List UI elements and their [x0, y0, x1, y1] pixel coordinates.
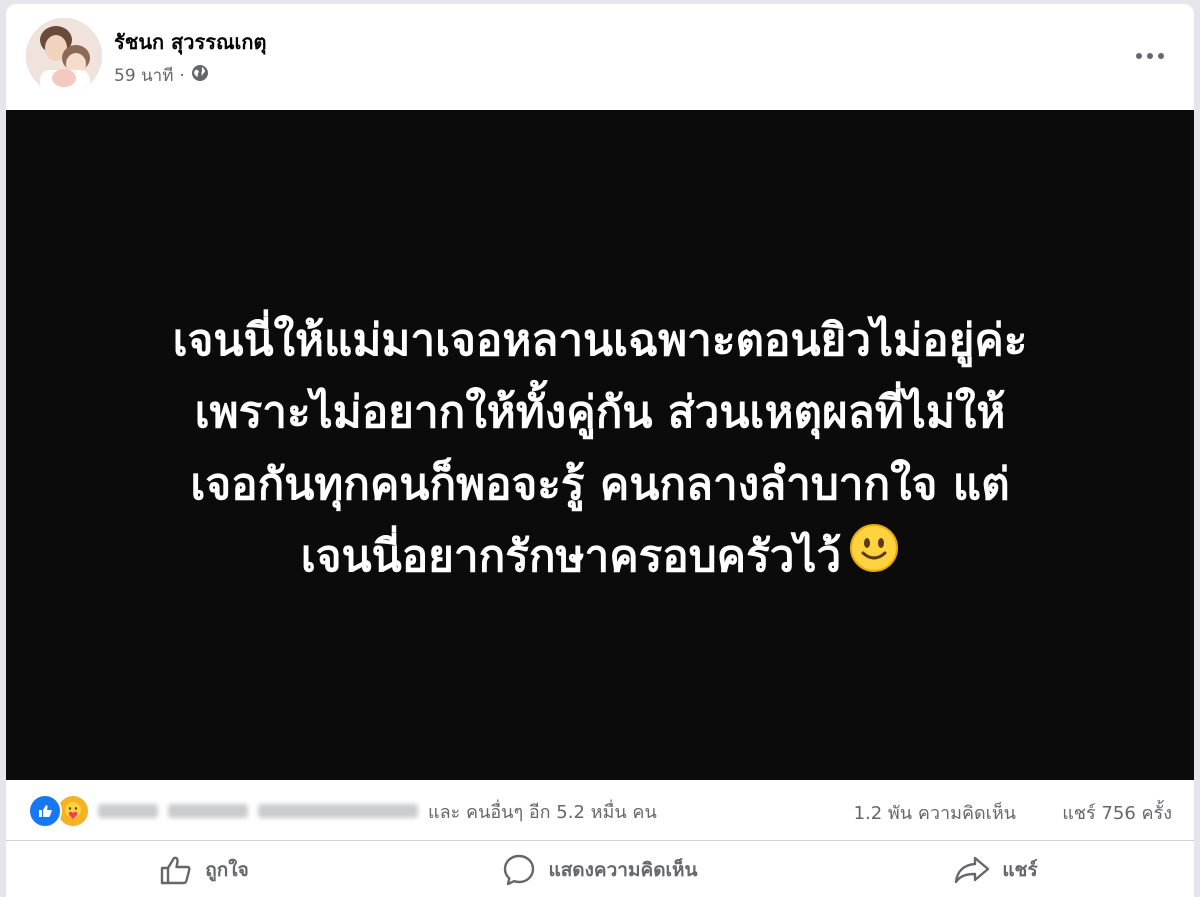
- share-label: แชร์: [1002, 859, 1038, 881]
- reactions-summary[interactable]: และ คนอื่นๆ อีก 5.2 หมื่น คน: [28, 794, 657, 828]
- others-reacted-text[interactable]: และ คนอื่นๆ อีก 5.2 หมื่น คน: [428, 797, 657, 826]
- post-time[interactable]: 59 นาที: [114, 62, 173, 89]
- smiling-face-icon: [849, 523, 899, 595]
- more-options-button[interactable]: [1128, 34, 1172, 78]
- image-text-line: เจนนี่อยากรักษาครอบครัวไว้: [300, 531, 842, 582]
- like-icon: [28, 794, 62, 828]
- reactor-names-blurred: [98, 801, 418, 821]
- post-image[interactable]: เจนนี่ให้แม่มาเจอหลานเฉพาะตอนยิวไม่อยู่ค…: [6, 110, 1194, 780]
- post-meta: 59 นาที ·: [114, 62, 209, 89]
- share-button[interactable]: แชร์: [798, 844, 1194, 896]
- image-text-line: เจอกันทุกคนก็พอจะรู้ คนกลางลำบากใจ แต่: [190, 459, 1010, 510]
- more-horizontal-icon: [1136, 53, 1164, 59]
- like-button[interactable]: ถูกใจ: [6, 844, 402, 896]
- thumbs-up-icon: [161, 856, 191, 885]
- post-stats: และ คนอื่นๆ อีก 5.2 หมื่น คน 1.2 พัน ควา…: [6, 780, 1194, 841]
- comment-button[interactable]: แสดงความคิดเห็น: [402, 844, 798, 896]
- avatar-photo: [26, 18, 102, 94]
- comments-count[interactable]: 1.2 พัน ความคิดเห็น: [854, 798, 1016, 827]
- globe-icon[interactable]: [191, 64, 209, 87]
- shares-count[interactable]: แชร์ 756 ครั้ง: [1062, 798, 1172, 827]
- action-bar: ถูกใจ แสดงความคิดเห็น แชร์: [6, 844, 1194, 896]
- meta-separator: ·: [179, 65, 185, 86]
- like-label: ถูกใจ: [205, 859, 249, 881]
- image-text-line: เจนนี่ให้แม่มาเจอหลานเฉพาะตอนยิวไม่อยู่ค…: [172, 315, 1028, 366]
- share-arrow-icon: [955, 856, 990, 884]
- post-card: รัชนก สุวรรณเกตุ 59 นาที · เจนนี่ให้แม่ม…: [6, 4, 1194, 897]
- author-name[interactable]: รัชนก สุวรรณเกตุ: [114, 26, 266, 58]
- image-text-line-last: เจนนี่อยากรักษาครอบครัวไว้: [60, 521, 1140, 595]
- comment-label: แสดงความคิดเห็น: [548, 859, 698, 881]
- image-text-line: เพราะไม่อยากให้ทั้งคู่กัน ส่วนเหตุผลที่ไ…: [194, 387, 1006, 438]
- image-text: เจนนี่ให้แม่มาเจอหลานเฉพาะตอนยิวไม่อยู่ค…: [60, 305, 1140, 595]
- comment-bubble-icon: [504, 854, 535, 886]
- author-avatar[interactable]: [26, 18, 102, 94]
